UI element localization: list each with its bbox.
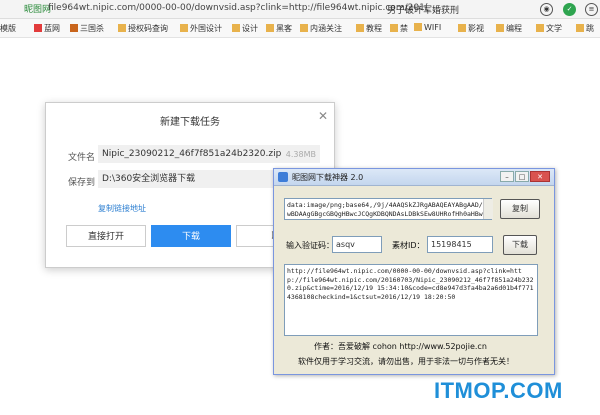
- data-text: data:image/png;base64,/9j/4AAQSkZJRgABAQ…: [287, 201, 487, 219]
- folder-icon: [414, 23, 422, 31]
- bookmark-item[interactable]: 授权码查询: [118, 23, 168, 34]
- bookmark-item[interactable]: 外国设计: [180, 23, 222, 34]
- folder-icon: [118, 24, 126, 32]
- result-textarea[interactable]: http://file964wt.nipic.com/0000-00-00/do…: [284, 264, 538, 336]
- code-input[interactable]: asqv: [332, 236, 382, 253]
- code-value: asqv: [336, 240, 355, 249]
- bookmark-item[interactable]: 蓝网: [34, 23, 60, 34]
- filesize-text: 4.38MB: [285, 150, 316, 159]
- bookmark-item[interactable]: 教程: [356, 23, 382, 34]
- dialog-title: 新建下载任务: [160, 117, 220, 128]
- direct-open-button[interactable]: 直接打开: [66, 225, 146, 247]
- bookmark-item[interactable]: 编程: [496, 23, 522, 34]
- download-button[interactable]: 下载: [503, 235, 537, 255]
- result-text: http://file964wt.nipic.com/0000-00-00/do…: [287, 267, 534, 301]
- downloader-window: 昵图网下载神器 2.0 – □ ✕ data:image/png;base64,…: [273, 168, 555, 375]
- bookmark-icon: [70, 24, 78, 32]
- copy-button[interactable]: 复制: [500, 199, 540, 219]
- bookmark-item[interactable]: 禁: [390, 23, 408, 34]
- saveto-value: D:\360安全浏览器下载: [102, 174, 196, 184]
- folder-icon: [300, 24, 308, 32]
- filename-value: Nipic_23090212_46f7f851a24b2320.zip: [102, 149, 282, 159]
- close-icon[interactable]: ✕: [530, 171, 550, 182]
- bookmark-item[interactable]: 设计: [232, 23, 258, 34]
- bookmark-item[interactable]: 影视: [458, 23, 484, 34]
- folder-icon: [266, 24, 274, 32]
- folder-icon: [496, 24, 504, 32]
- browser-address-bar: 昵图网 file964wt.nipic.com/0000-00-00/downv…: [0, 0, 600, 19]
- bookmark-item[interactable]: 模版: [0, 23, 16, 34]
- browser-tab[interactable]: 男子破坏军婚获刑: [387, 3, 459, 16]
- folder-icon: [180, 24, 188, 32]
- bookmark-item[interactable]: 黑客: [266, 23, 292, 34]
- bookmark-item[interactable]: 内涵关注: [300, 23, 342, 34]
- url-text[interactable]: file964wt.nipic.com/0000-00-00/downvsid.…: [48, 3, 428, 13]
- folder-icon: [356, 24, 364, 32]
- data-textarea[interactable]: data:image/png;base64,/9j/4AAQSkZJRgABAQ…: [284, 198, 492, 220]
- security-icon[interactable]: ✓: [563, 3, 576, 16]
- minimize-icon[interactable]: –: [500, 171, 514, 182]
- download-button[interactable]: 下载: [151, 225, 231, 247]
- window-titlebar[interactable]: 昵图网下载神器 2.0 – □ ✕: [274, 169, 554, 186]
- menu-icon[interactable]: ≡: [585, 3, 598, 16]
- author-text: 作者：吾爱破解 cohon http://www.52pojie.cn: [314, 342, 487, 351]
- folder-icon: [536, 24, 544, 32]
- bookmarks-bar: 模版 蓝网 三国杀 授权码查询 外国设计 设计 黑客 内涵关注 教程 禁 WIF…: [0, 19, 600, 38]
- window-title: 昵图网下载神器 2.0: [292, 173, 364, 182]
- id-input[interactable]: 15198415: [427, 236, 493, 253]
- code-label: 输入验证码：: [286, 241, 334, 250]
- close-icon[interactable]: ✕: [318, 109, 328, 123]
- folder-icon: [576, 24, 584, 32]
- folder-icon: [390, 24, 398, 32]
- bookmark-item[interactable]: WIFI: [414, 23, 441, 32]
- maximize-icon[interactable]: □: [515, 171, 529, 182]
- copy-link[interactable]: 复制链接地址: [98, 203, 146, 214]
- saveto-field[interactable]: D:\360安全浏览器下载: [98, 170, 288, 188]
- saveto-label: 保存到: [68, 178, 96, 188]
- scrollbar[interactable]: [483, 199, 493, 219]
- id-value: 15198415: [431, 240, 472, 249]
- filename-label: 文件名: [68, 153, 96, 163]
- folder-icon: [232, 24, 240, 32]
- id-label: 素材ID：: [392, 241, 425, 250]
- wifi-icon[interactable]: ◉: [540, 3, 553, 16]
- folder-icon: [458, 24, 466, 32]
- bookmark-item[interactable]: 文学: [536, 23, 562, 34]
- site-logo: 昵图网: [24, 5, 52, 15]
- bookmark-icon: [34, 24, 42, 32]
- app-icon: [278, 172, 288, 182]
- watermark-text: ITMOP.COM: [434, 378, 563, 403]
- notice-text: 软件仅用于学习交流，请勿出售，用于非法一切与作者无关！: [298, 357, 514, 366]
- bookmark-item[interactable]: 跳: [576, 23, 594, 34]
- bookmark-item[interactable]: 三国杀: [70, 23, 104, 34]
